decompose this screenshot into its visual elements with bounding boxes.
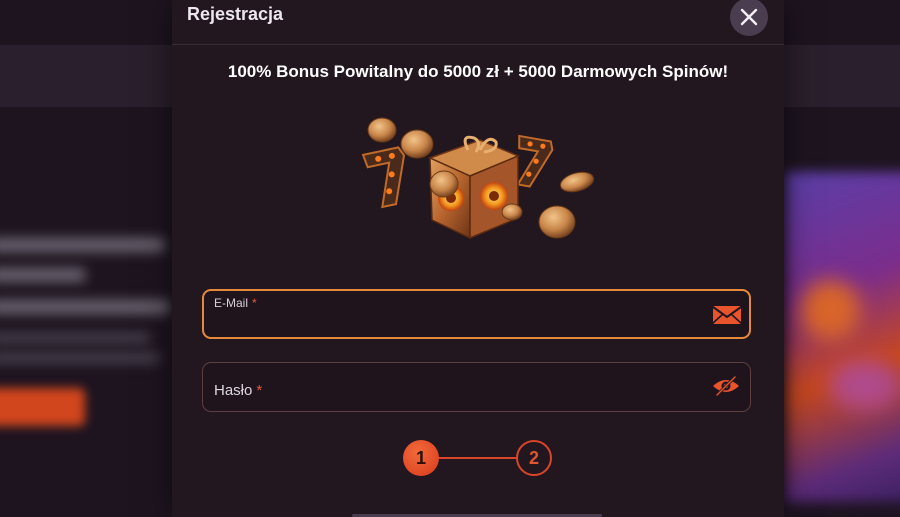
background-cta-button bbox=[0, 388, 85, 426]
coin bbox=[400, 129, 434, 159]
password-field[interactable]: Hasło * bbox=[202, 362, 751, 412]
background-blurred-text bbox=[0, 333, 150, 343]
coin bbox=[429, 170, 459, 198]
bonus-headline: 100% Bonus Powitalny do 5000 zł + 5000 D… bbox=[227, 62, 729, 81]
email-input[interactable] bbox=[214, 313, 694, 333]
step-2: 2 bbox=[516, 440, 552, 476]
promo-illustration bbox=[361, 117, 595, 240]
email-label: E-Mail * bbox=[214, 296, 257, 310]
background-blurred-text bbox=[0, 268, 85, 282]
close-icon bbox=[740, 8, 758, 26]
email-field[interactable]: E-Mail * bbox=[202, 289, 751, 339]
hide-password-eye-icon[interactable] bbox=[711, 375, 741, 397]
step-connector bbox=[438, 457, 517, 459]
registration-modal: Rejestracja 100% Bonus Powitalny do 5000… bbox=[172, 0, 784, 517]
step-1: 1 bbox=[403, 440, 439, 476]
coin bbox=[501, 203, 523, 221]
coin bbox=[367, 117, 397, 143]
envelope-icon bbox=[712, 306, 742, 324]
background-glow bbox=[830, 360, 900, 410]
coin bbox=[559, 171, 595, 193]
step-indicator: 1 2 bbox=[172, 440, 784, 480]
coin bbox=[538, 205, 576, 239]
close-button[interactable] bbox=[730, 0, 768, 36]
background-blurred-text bbox=[0, 353, 160, 363]
background-blurred-text bbox=[0, 238, 165, 252]
background-blurred-text bbox=[0, 300, 170, 314]
lucky-seven-left bbox=[361, 146, 406, 209]
modal-title: Rejestracja bbox=[187, 4, 284, 24]
password-input[interactable] bbox=[323, 377, 683, 397]
background-glow bbox=[800, 280, 860, 340]
password-label: Hasło * bbox=[214, 382, 263, 399]
modal-header: Rejestracja bbox=[172, 0, 784, 45]
